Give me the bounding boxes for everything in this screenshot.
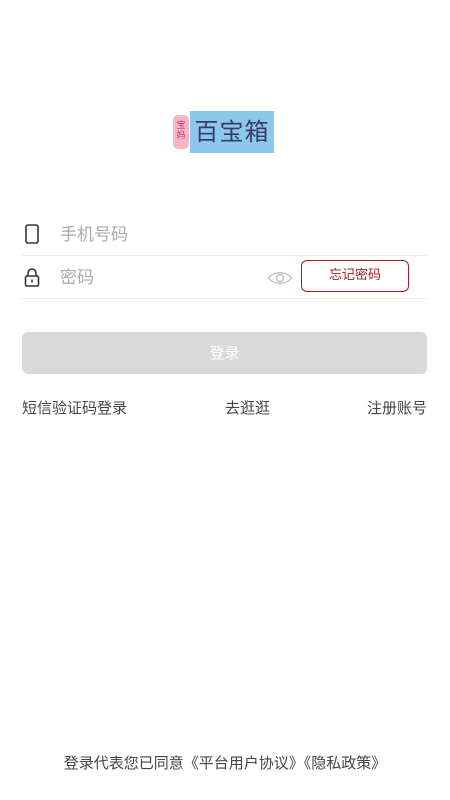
register-link[interactable]: 注册账号 [367,397,427,419]
login-page: 宝妈 百宝箱 忘记密码 登录 短信验证码登 [0,0,450,800]
password-field-row: 忘记密码 [22,256,427,299]
phone-input[interactable] [58,219,262,251]
logo-badge: 宝妈 [173,115,189,149]
browse-link[interactable]: 去逛逛 [225,397,270,419]
agreement-text: 登录代表您已同意《平台用户协议》《隐私政策》 [0,752,450,773]
password-input[interactable] [58,262,262,294]
privacy-policy-link[interactable]: 《隐私政策》 [304,754,387,772]
eye-icon[interactable] [267,268,293,288]
login-button[interactable]: 登录 [22,332,427,374]
forgot-password-button[interactable]: 忘记密码 [301,260,409,292]
phone-field-row [22,213,427,256]
lock-icon [22,266,42,288]
phone-icon [22,223,42,245]
app-logo: 宝妈 百宝箱 [173,111,274,153]
agreement-prefix: 登录代表您已同意 [63,754,184,772]
sms-login-link[interactable]: 短信验证码登录 [22,397,127,419]
platform-agreement-link[interactable]: 《平台用户协议》 [184,754,304,772]
logo-brand-text: 百宝箱 [190,111,274,153]
